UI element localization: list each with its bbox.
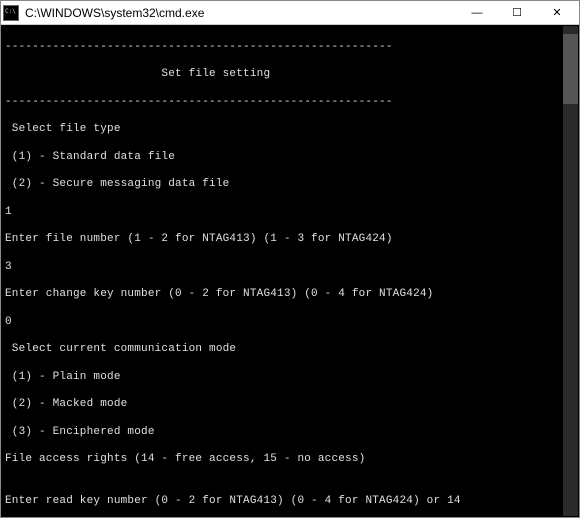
- prompt-line: File access rights (14 - free access, 15…: [5, 453, 575, 467]
- maximize-button[interactable]: ☐: [497, 2, 537, 24]
- prompt-line: Select file type: [5, 123, 575, 137]
- minimize-button[interactable]: —: [457, 2, 497, 24]
- scroll-thumb[interactable]: [563, 34, 578, 104]
- window-controls: — ☐ ✕: [457, 2, 577, 24]
- prompt-line: Enter change key number (0 - 2 for NTAG4…: [5, 288, 575, 302]
- input-line: 1: [5, 206, 575, 220]
- prompt-line: Select current communication mode: [5, 343, 575, 357]
- window-title: C:\WINDOWS\system32\cmd.exe: [25, 6, 457, 20]
- option-line: (2) - Secure messaging data file: [5, 178, 575, 192]
- option-line: (3) - Enciphered mode: [5, 426, 575, 440]
- rule: ----------------------------------------…: [5, 96, 575, 110]
- cmd-window: C:\WINDOWS\system32\cmd.exe — ☐ ✕ ------…: [0, 0, 580, 518]
- option-line: (1) - Plain mode: [5, 371, 575, 385]
- option-line: (1) - Standard data file: [5, 151, 575, 165]
- terminal-output: ----------------------------------------…: [1, 25, 579, 517]
- input-line: 0: [5, 316, 575, 330]
- vertical-scrollbar[interactable]: [563, 26, 578, 516]
- header: Set file setting: [5, 68, 575, 82]
- rule: ----------------------------------------…: [5, 41, 575, 55]
- input-line: 3: [5, 261, 575, 275]
- titlebar: C:\WINDOWS\system32\cmd.exe — ☐ ✕: [1, 1, 579, 25]
- close-button[interactable]: ✕: [537, 2, 577, 24]
- option-line: (2) - Macked mode: [5, 398, 575, 412]
- prompt-line: Enter read key number (0 - 2 for NTAG413…: [5, 495, 575, 509]
- cmd-icon: [3, 5, 19, 21]
- prompt-line: Enter file number (1 - 2 for NTAG413) (1…: [5, 233, 575, 247]
